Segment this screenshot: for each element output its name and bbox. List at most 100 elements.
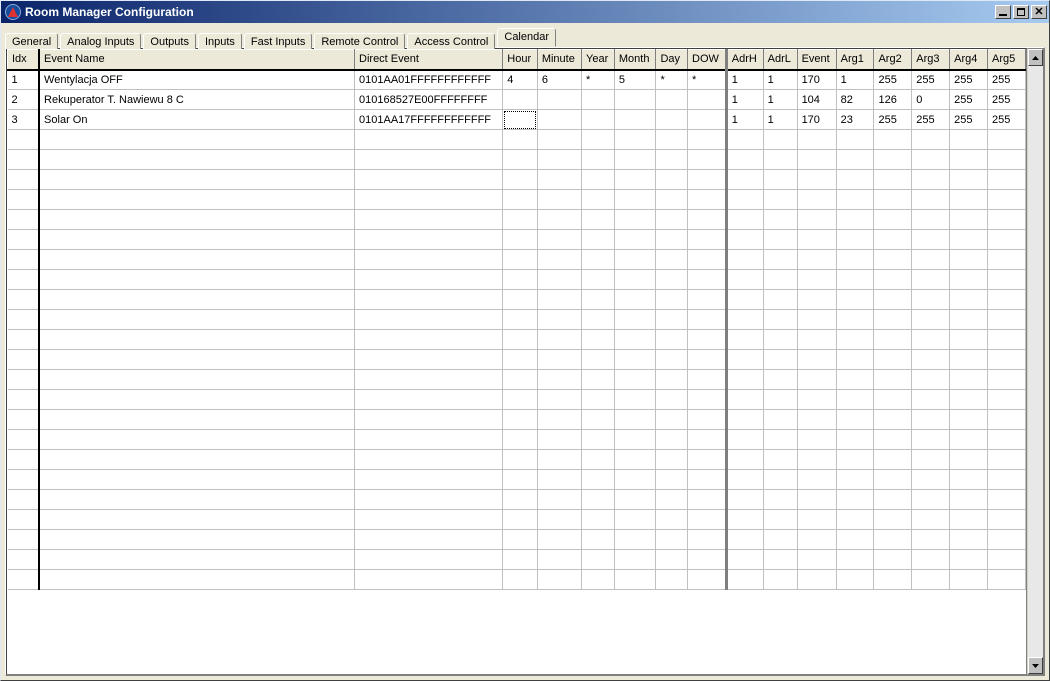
cell-year[interactable] xyxy=(582,110,615,130)
cell-arg4[interactable] xyxy=(950,470,988,490)
cell-idx[interactable]: 1 xyxy=(8,70,40,90)
cell-arg5[interactable] xyxy=(987,450,1025,470)
table-row[interactable] xyxy=(8,410,1026,430)
cell-name[interactable] xyxy=(39,350,354,370)
cell-arg1[interactable] xyxy=(836,570,874,590)
cell-arg3[interactable] xyxy=(912,410,950,430)
cell-adrl[interactable] xyxy=(763,570,797,590)
cell-arg5[interactable]: 255 xyxy=(987,90,1025,110)
cell-month[interactable] xyxy=(614,470,656,490)
cell-day[interactable] xyxy=(656,210,688,230)
cell-hour[interactable] xyxy=(503,290,538,310)
cell-month[interactable] xyxy=(614,530,656,550)
cell-hour[interactable] xyxy=(503,530,538,550)
cell-adrh[interactable] xyxy=(726,430,763,450)
cell-day[interactable] xyxy=(656,250,688,270)
cell-arg4[interactable] xyxy=(950,130,988,150)
cell-dow[interactable] xyxy=(688,250,727,270)
cell-idx[interactable] xyxy=(8,450,40,470)
cell-adrh[interactable] xyxy=(726,490,763,510)
cell-arg5[interactable] xyxy=(987,270,1025,290)
cell-dow[interactable] xyxy=(688,410,727,430)
cell-arg4[interactable] xyxy=(950,490,988,510)
cell-arg3[interactable] xyxy=(912,510,950,530)
cell-arg3[interactable] xyxy=(912,350,950,370)
cell-event[interactable] xyxy=(797,550,836,570)
cell-dow[interactable]: * xyxy=(688,70,727,90)
cell-hour[interactable] xyxy=(503,270,538,290)
cell-arg2[interactable] xyxy=(874,210,912,230)
cell-arg4[interactable] xyxy=(950,330,988,350)
cell-idx[interactable] xyxy=(8,490,40,510)
cell-year[interactable] xyxy=(582,170,615,190)
tab-analog-inputs[interactable]: Analog Inputs xyxy=(60,33,141,49)
cell-idx[interactable]: 3 xyxy=(8,110,40,130)
cell-hour[interactable]: 4 xyxy=(503,70,538,90)
cell-dow[interactable] xyxy=(688,290,727,310)
cell-event[interactable] xyxy=(797,470,836,490)
cell-dow[interactable] xyxy=(688,110,727,130)
cell-year[interactable] xyxy=(582,270,615,290)
cell-month[interactable] xyxy=(614,390,656,410)
cell-de[interactable] xyxy=(355,350,503,370)
cell-event[interactable] xyxy=(797,150,836,170)
cell-name[interactable] xyxy=(39,330,354,350)
table-row[interactable] xyxy=(8,450,1026,470)
cell-de[interactable] xyxy=(355,430,503,450)
cell-arg2[interactable] xyxy=(874,570,912,590)
cell-idx[interactable] xyxy=(8,350,40,370)
cell-arg3[interactable] xyxy=(912,210,950,230)
cell-adrh[interactable] xyxy=(726,410,763,430)
cell-arg4[interactable] xyxy=(950,190,988,210)
cell-adrl[interactable] xyxy=(763,450,797,470)
cell-min[interactable] xyxy=(537,150,581,170)
cell-adrh[interactable] xyxy=(726,210,763,230)
cell-arg2[interactable] xyxy=(874,290,912,310)
cell-month[interactable] xyxy=(614,450,656,470)
cell-arg3[interactable] xyxy=(912,190,950,210)
cell-arg5[interactable] xyxy=(987,250,1025,270)
cell-day[interactable] xyxy=(656,110,688,130)
cell-arg4[interactable] xyxy=(950,570,988,590)
cell-hour[interactable] xyxy=(503,170,538,190)
cell-month[interactable] xyxy=(614,430,656,450)
cell-adrl[interactable] xyxy=(763,550,797,570)
cell-event[interactable] xyxy=(797,330,836,350)
cell-de[interactable] xyxy=(355,150,503,170)
cell-month[interactable] xyxy=(614,310,656,330)
cell-arg3[interactable] xyxy=(912,490,950,510)
cell-year[interactable] xyxy=(582,410,615,430)
cell-dow[interactable] xyxy=(688,570,727,590)
cell-min[interactable] xyxy=(537,110,581,130)
cell-arg5[interactable] xyxy=(987,550,1025,570)
cell-idx[interactable] xyxy=(8,370,40,390)
cell-adrl[interactable] xyxy=(763,370,797,390)
cell-de[interactable]: 0101AA17FFFFFFFFFFFF xyxy=(355,110,503,130)
cell-arg1[interactable] xyxy=(836,370,874,390)
cell-name[interactable] xyxy=(39,430,354,450)
cell-arg2[interactable] xyxy=(874,370,912,390)
cell-arg5[interactable] xyxy=(987,190,1025,210)
cell-hour[interactable] xyxy=(503,190,538,210)
cell-hour[interactable] xyxy=(503,490,538,510)
cell-arg3[interactable] xyxy=(912,130,950,150)
cell-adrh[interactable] xyxy=(726,470,763,490)
cell-de[interactable] xyxy=(355,450,503,470)
cell-adrh[interactable] xyxy=(726,250,763,270)
cell-arg3[interactable] xyxy=(912,470,950,490)
cell-event[interactable] xyxy=(797,370,836,390)
table-row[interactable] xyxy=(8,330,1026,350)
cell-day[interactable] xyxy=(656,150,688,170)
cell-month[interactable] xyxy=(614,90,656,110)
cell-arg3[interactable] xyxy=(912,250,950,270)
cell-adrh[interactable] xyxy=(726,530,763,550)
cell-arg1[interactable]: 1 xyxy=(836,70,874,90)
cell-arg3[interactable] xyxy=(912,330,950,350)
table-row[interactable] xyxy=(8,550,1026,570)
cell-arg4[interactable]: 255 xyxy=(950,110,988,130)
cell-event[interactable] xyxy=(797,230,836,250)
cell-arg3[interactable] xyxy=(912,370,950,390)
cell-idx[interactable] xyxy=(8,270,40,290)
cell-adrh[interactable] xyxy=(726,350,763,370)
cell-year[interactable]: * xyxy=(582,70,615,90)
